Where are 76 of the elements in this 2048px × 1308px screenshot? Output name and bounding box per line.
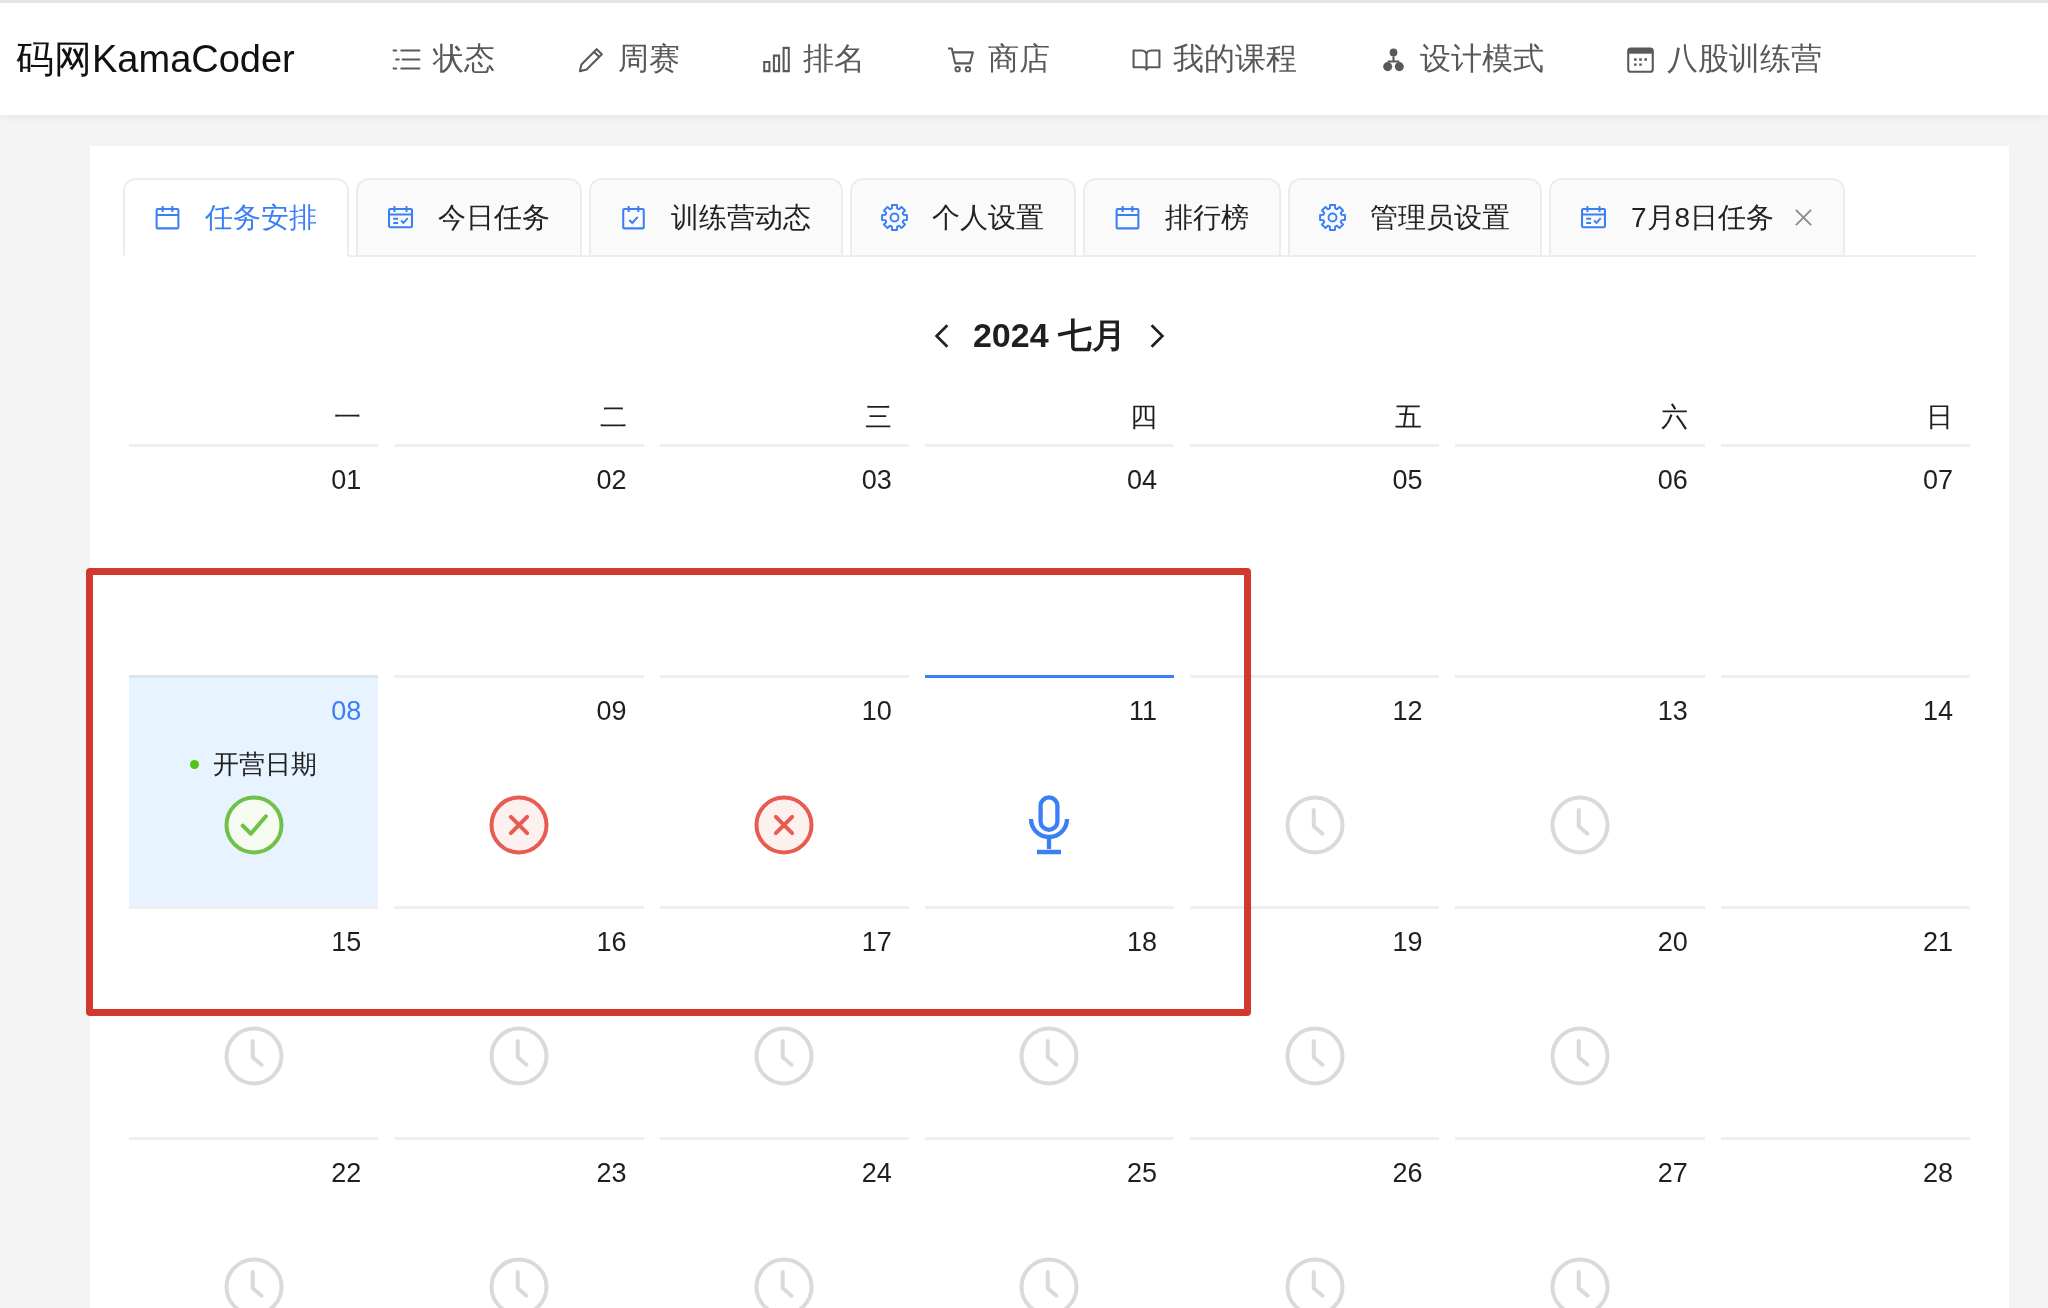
clock-icon [223, 1026, 284, 1086]
clock-icon [1019, 1257, 1080, 1308]
calendar-icon [1113, 203, 1142, 232]
chevron-right-icon[interactable] [1148, 322, 1167, 350]
clock-icon [1284, 1026, 1345, 1086]
clock-icon [1550, 795, 1611, 855]
day-cell[interactable]: 24 [659, 1137, 909, 1308]
clock-icon [1284, 795, 1345, 855]
weekday-label: 五 [1394, 401, 1424, 434]
day-cell[interactable]: 16 [394, 906, 644, 1137]
nav-link[interactable]: 周赛 [575, 38, 680, 80]
clock-icon [488, 1026, 549, 1086]
tab[interactable]: 个人设置 [850, 178, 1076, 257]
clock-icon [1284, 1257, 1345, 1308]
month-title: 2024 七月 [972, 315, 1127, 356]
nav-link[interactable]: 商店 [945, 38, 1050, 80]
day-cell[interactable]: 04 [924, 444, 1175, 675]
cross-circle-icon [488, 795, 549, 855]
weekday-label: 六 [1659, 401, 1689, 434]
day-cell[interactable]: 08 开营日期 [129, 675, 379, 906]
tab[interactable]: 排行榜 [1083, 178, 1281, 257]
clock-icon [1550, 1257, 1611, 1308]
chevron-left-icon[interactable] [932, 322, 951, 350]
close-icon[interactable] [1794, 208, 1814, 227]
day-cell[interactable]: 22 [129, 1137, 379, 1308]
tab[interactable]: 任务安排 [123, 178, 349, 257]
day-cell[interactable]: 06 [1455, 444, 1705, 675]
clock-icon [754, 1026, 815, 1086]
clock-icon [488, 1257, 549, 1308]
tab[interactable]: 管理员设置 [1288, 178, 1542, 257]
check-circle-icon [223, 795, 284, 855]
clock-icon [223, 1257, 284, 1308]
day-cell[interactable]: 11 [924, 675, 1175, 906]
nav-link[interactable]: 状态 [390, 38, 495, 80]
day-cell[interactable]: 21 [1720, 906, 1970, 1137]
nav-link[interactable]: 八股训练营 [1624, 38, 1822, 80]
tab[interactable]: 7月8日任务 [1549, 178, 1846, 257]
nav-link[interactable]: 排名 [760, 38, 865, 80]
day-cell[interactable]: 17 [659, 906, 909, 1137]
day-cell[interactable]: 26 [1190, 1137, 1440, 1308]
day-cell[interactable]: 07 [1720, 444, 1970, 675]
weekday-label: 三 [863, 401, 893, 434]
settings-icon [880, 203, 909, 232]
clock-icon [754, 1257, 815, 1308]
day-cell[interactable]: 14 [1720, 675, 1970, 906]
day-cell[interactable]: 28 [1720, 1137, 1970, 1308]
day-cell[interactable]: 09 [394, 675, 644, 906]
day-cell[interactable]: 25 [924, 1137, 1175, 1308]
nav-link[interactable]: 我的课程 [1130, 38, 1297, 80]
nav-link[interactable]: 设计模式 [1377, 38, 1544, 80]
site-logo[interactable]: 码网KamaCoder [16, 33, 295, 85]
day-cell[interactable]: 13 [1455, 675, 1705, 906]
weekday-label: 一 [333, 401, 363, 434]
weekday-label: 日 [1925, 401, 1954, 434]
day-cell[interactable]: 02 [394, 444, 644, 675]
clock-icon [1019, 1026, 1080, 1086]
cross-circle-icon [754, 795, 815, 855]
day-cell[interactable]: 27 [1455, 1137, 1705, 1308]
tab[interactable]: 训练营动态 [589, 178, 843, 257]
tab[interactable]: 今日任务 [356, 178, 582, 257]
weekday-label: 四 [1129, 401, 1159, 434]
day-cell[interactable]: 12 [1190, 675, 1440, 906]
day-cell[interactable]: 20 [1455, 906, 1705, 1137]
event-label: 开营日期 [213, 748, 318, 781]
day-cell[interactable]: 15 [129, 906, 379, 1137]
weekday-label: 二 [598, 401, 628, 434]
settings-icon [1318, 203, 1347, 232]
day-cell[interactable]: 19 [1190, 906, 1440, 1137]
day-cell[interactable]: 18 [924, 906, 1175, 1137]
day-cell[interactable]: 23 [394, 1137, 644, 1308]
day-cell[interactable]: 10 [659, 675, 909, 906]
day-cell[interactable]: 05 [1190, 444, 1440, 675]
day-cell[interactable]: 03 [659, 444, 909, 675]
calendar-check-icon [619, 203, 648, 232]
clock-icon [1550, 1026, 1611, 1086]
calendar-icon [153, 203, 182, 232]
